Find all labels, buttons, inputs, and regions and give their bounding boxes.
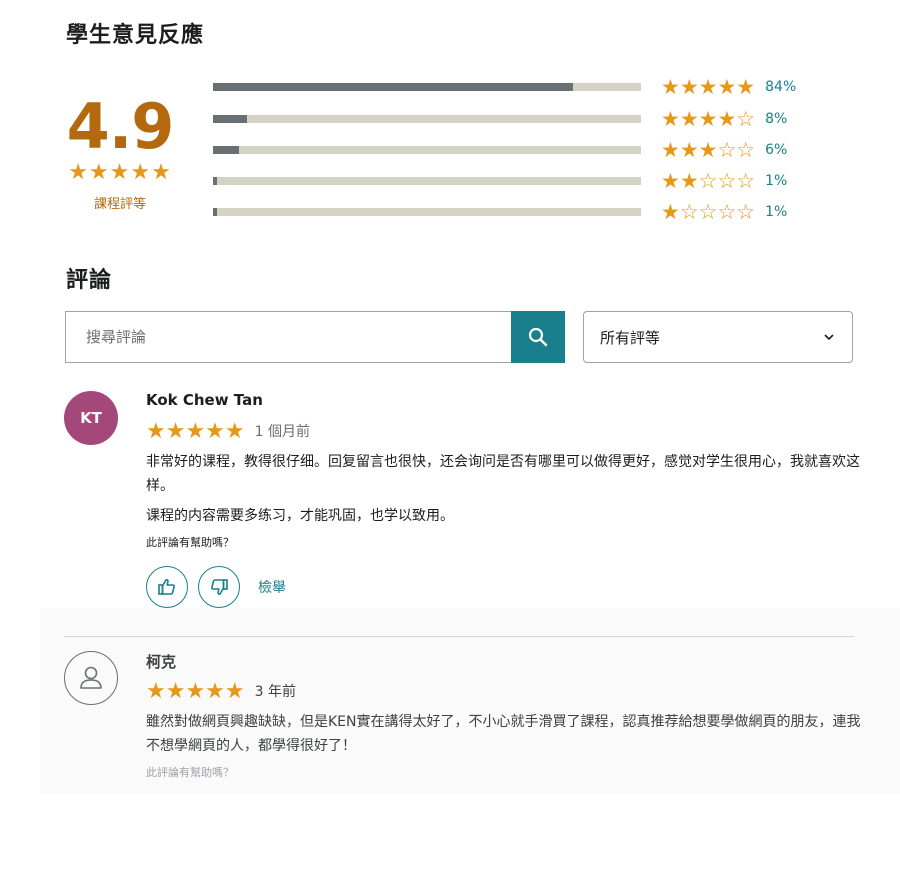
review-date: 3 年前 — [254, 684, 296, 700]
rating-row-2[interactable]: ★★☆☆☆ 1% — [213, 169, 787, 193]
report-link[interactable]: 檢舉 — [258, 577, 286, 597]
helpful-question: 此評論有幫助嗎？ — [146, 536, 234, 549]
review-paragraph: 课程的内容需要多练习，才能巩固，也学以致用。 — [146, 508, 454, 524]
user-icon — [80, 666, 102, 689]
avatar — [64, 651, 118, 705]
rating-row-1[interactable]: ★☆☆☆☆ 1% — [213, 200, 787, 224]
rating-bar — [213, 208, 641, 216]
rating-row-percent[interactable]: 8% — [765, 111, 787, 127]
overall-rating: 4.9 ★★★★★ 課程評等 — [60, 90, 180, 213]
rating-bar — [213, 177, 641, 185]
review-text: 雖然對做網頁興趣缺缺，但是KEN實在講得太好了，不小心就手滑買了課程，認真推荐給… — [146, 710, 861, 758]
rating-bar-fill — [213, 146, 239, 154]
review-paragraph: 非常好的课程，教得很仔细。回复留言也很快，还会询问是否有哪里可以做得更好，感觉对… — [146, 454, 860, 494]
rating-row-stars: ★★★★★ — [661, 75, 756, 99]
rating-row-stars: ★★☆☆☆ — [661, 169, 756, 193]
rating-filter-select[interactable]: 所有評等 — [583, 311, 853, 363]
reviewer-name: 柯克 — [146, 653, 177, 671]
student-feedback-title: 學生意見反應 — [66, 23, 205, 48]
rating-bar — [213, 146, 641, 154]
chevron-down-icon — [824, 334, 834, 341]
thumbs-up-button[interactable] — [146, 566, 188, 608]
rating-bar — [213, 115, 641, 123]
rating-row-4[interactable]: ★★★★☆ 8% — [213, 107, 787, 131]
rating-row-5[interactable]: ★★★★★ 84% — [213, 75, 796, 99]
search-icon — [528, 327, 548, 347]
rating-row-percent[interactable]: 84% — [765, 79, 796, 95]
average-rating-value: 4.9 — [66, 90, 175, 163]
rating-row-percent[interactable]: 1% — [765, 204, 787, 220]
review-date: 1 個月前 — [254, 424, 310, 440]
rating-bar — [213, 83, 641, 91]
rating-bar-fill — [213, 115, 248, 123]
review-search-input[interactable] — [84, 327, 511, 347]
review-stars: ★★★★★ — [146, 418, 245, 444]
review-divider — [64, 636, 854, 637]
avatar: KT — [64, 391, 118, 445]
review-text: 非常好的课程，教得很仔细。回复留言也很快，还会询问是否有哪里可以做得更好，感觉对… — [146, 450, 861, 528]
reviews-title: 評論 — [66, 268, 113, 293]
rating-bar-fill — [213, 83, 573, 91]
rating-filter-value: 所有評等 — [600, 328, 661, 347]
review-stars: ★★★★★ — [146, 678, 245, 704]
review-paragraph: 雖然對做網頁興趣缺缺，但是KEN實在講得太好了，不小心就手滑買了課程，認真推荐給… — [146, 714, 861, 754]
search-button[interactable] — [511, 311, 565, 363]
rating-row-stars: ★★★★☆ — [661, 107, 756, 131]
average-rating-caption: 課程評等 — [93, 197, 146, 212]
rating-row-percent[interactable]: 1% — [765, 173, 787, 189]
reviews-page: 學生意見反應 4.9 ★★★★★ 課程評等 ★★★★★ 84% ★★★★☆ 8%… — [0, 0, 900, 874]
thumbs-up-icon — [158, 579, 175, 595]
thumbs-down-icon — [211, 579, 228, 595]
thumbs-down-button[interactable] — [198, 566, 240, 608]
helpful-question: 此評論有幫助嗎？ — [146, 766, 234, 779]
review-search-field[interactable] — [65, 311, 511, 363]
reviewer-name: Kok Chew Tan — [146, 391, 263, 409]
rating-row-stars: ★☆☆☆☆ — [661, 200, 756, 224]
rating-bar-fill — [213, 177, 218, 185]
rating-row-stars: ★★★☆☆ — [661, 138, 756, 162]
average-rating-stars: ★★★★★ — [68, 160, 172, 185]
rating-row-3[interactable]: ★★★☆☆ 6% — [213, 138, 787, 162]
rating-bar-fill — [213, 208, 218, 216]
rating-row-percent[interactable]: 6% — [765, 142, 787, 158]
